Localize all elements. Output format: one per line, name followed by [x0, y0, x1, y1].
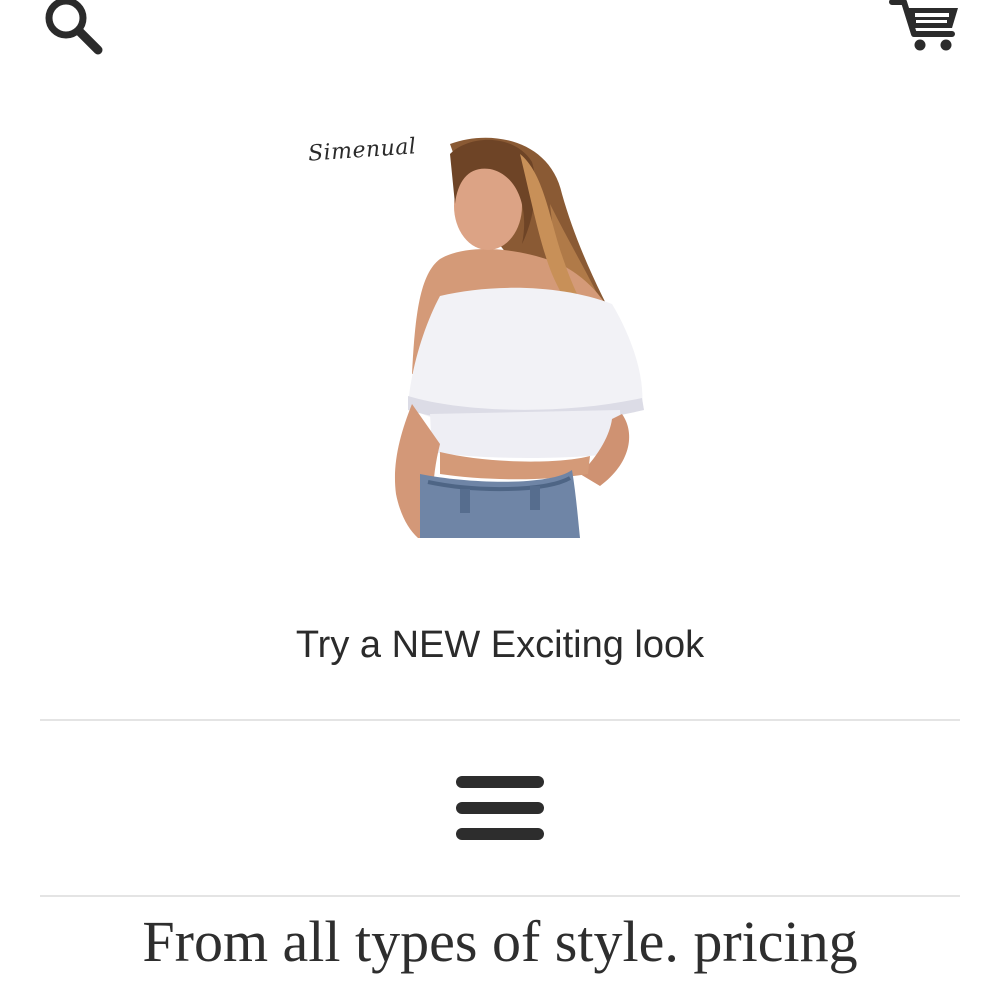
product-hero-image[interactable] — [300, 134, 660, 538]
section-headline: From all types of style. pricing — [142, 909, 858, 974]
cart-icon — [889, 0, 958, 51]
search-button[interactable] — [38, 0, 110, 56]
menu-button[interactable] — [452, 772, 548, 846]
hero-caption-link[interactable]: Try a NEW Exciting look — [0, 624, 1000, 667]
divider — [40, 895, 960, 897]
cart-button[interactable] — [888, 0, 964, 54]
model-photo — [394, 137, 644, 538]
divider — [40, 719, 960, 721]
search-icon — [45, 0, 103, 55]
